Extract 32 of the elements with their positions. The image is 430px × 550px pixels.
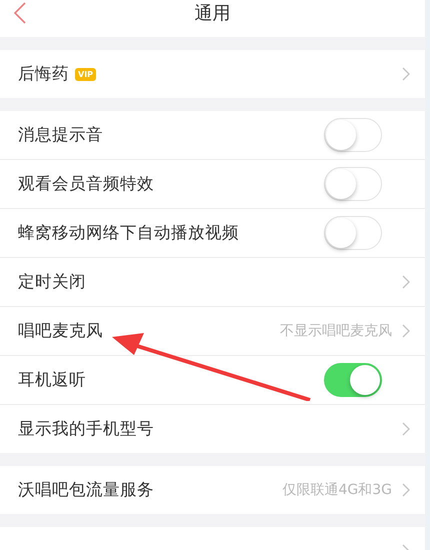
row-label: 耳机返听: [18, 369, 86, 391]
settings-row[interactable]: 蜂窝移动网络下自动播放视频: [0, 208, 425, 257]
settings-row[interactable]: 耳机返听: [0, 355, 425, 404]
back-icon: [14, 2, 26, 24]
row-label: 蜂窝移动网络下自动播放视频: [18, 222, 239, 244]
row-label: 沃唱吧包流量服务: [18, 479, 154, 501]
chevron-icon: [402, 422, 411, 436]
toggle-switch[interactable]: [324, 216, 382, 250]
row-label: 消息提示音: [18, 124, 103, 146]
settings-row[interactable]: 消息提示音: [0, 111, 425, 159]
row-label: 唱吧麦克风: [18, 320, 103, 342]
row-label: 观看会员音频特效: [18, 173, 154, 195]
row-label: 定时关闭: [18, 271, 86, 293]
row-value: 不显示唱吧麦克风: [280, 322, 392, 340]
settings-row[interactable]: 定时关闭: [0, 257, 425, 306]
settings-row[interactable]: 唱吧麦克风 不显示唱吧麦克风: [0, 306, 425, 355]
chevron-icon: [402, 67, 411, 81]
toggle-switch[interactable]: [324, 167, 382, 201]
row-label: 后悔药: [18, 63, 69, 85]
toggle-switch[interactable]: [324, 118, 382, 152]
page-title: 通用: [194, 2, 230, 26]
toggle-switch[interactable]: [324, 363, 382, 397]
settings-row[interactable]: 沃唱吧包流量服务 仅限联通4G和3G: [0, 466, 425, 514]
vip-badge: VIP: [75, 68, 96, 80]
chevron-icon: [402, 483, 411, 497]
settings-row[interactable]: 显示我的手机型号: [0, 404, 425, 453]
settings-row[interactable]: 观看会员音频特效: [0, 159, 425, 208]
row-value: 仅限联通4G和3G: [282, 481, 392, 499]
settings-row[interactable]: 后悔药 VIP: [0, 50, 425, 98]
chevron-icon: [402, 275, 411, 289]
row-label: 显示我的手机型号: [18, 418, 154, 440]
chevron-icon: [402, 324, 411, 338]
